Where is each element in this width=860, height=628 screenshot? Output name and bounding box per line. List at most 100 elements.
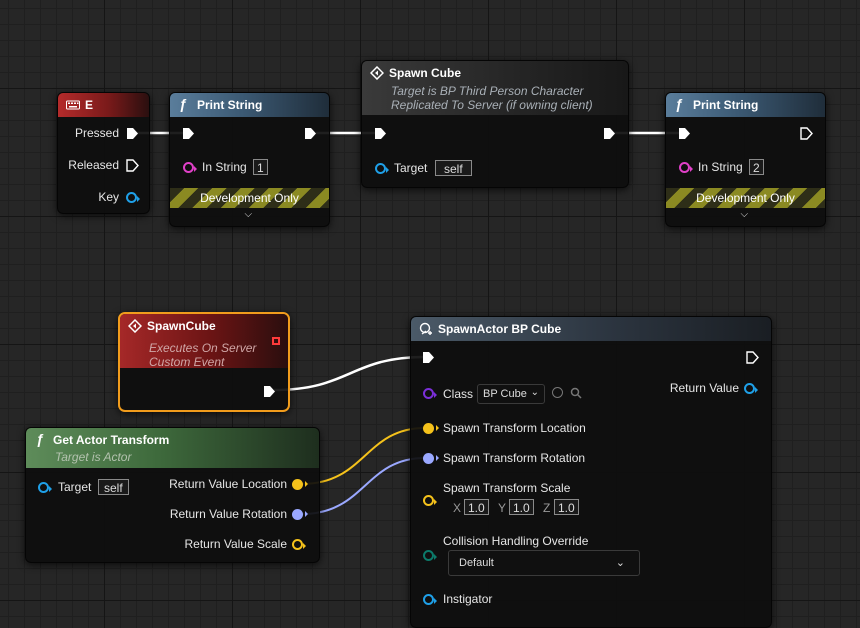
in-string-input[interactable]: 1 [253,159,268,175]
key-e-event-node[interactable]: E Pressed Released Key [57,92,150,214]
collision-label: Collision Handling Override [443,534,589,548]
target-label: Target [394,161,428,175]
node-title: SpawnCube [147,319,216,333]
exec-in-pin[interactable] [422,351,435,364]
function-icon: ƒ [179,96,187,112]
development-only-text: Development Only [200,191,299,205]
replicated-event-icon [370,66,384,80]
node-title: Spawn Cube [389,66,462,80]
class-pin[interactable] [423,388,437,399]
print-string-node-1[interactable]: ƒ Print String In String 1 Development O… [169,92,330,227]
exec-out-pin[interactable] [126,127,139,140]
use-selected-asset-icon[interactable] [552,387,563,398]
instigator-label: Instigator [443,592,493,606]
class-select[interactable]: BP Cube ⌄ [477,384,545,404]
spawn-cube-function-node[interactable]: Spawn Cube Target is BP Third Person Cha… [361,60,629,188]
collision-select-value: Default [459,557,494,569]
keyboard-icon [66,100,80,110]
node-subtitle-replication: Replicated To Server (if owning client) [391,98,593,112]
scale-y-input[interactable]: 1.0 [509,499,534,515]
wire-rotation [301,457,426,515]
return-location-pin[interactable] [292,479,308,490]
in-string-input[interactable]: 2 [749,159,764,175]
in-string-label: In String [698,160,743,174]
node-header: E [58,93,149,117]
scale-x-label: X [453,501,462,515]
return-scale-label: Return Value Scale [184,537,287,551]
in-string-pin[interactable] [183,162,197,173]
key-pin-label: Key [98,190,119,204]
browse-asset-icon[interactable] [570,387,582,399]
target-self-input[interactable]: self [98,479,129,495]
function-icon: ƒ [675,96,683,112]
target-pin[interactable] [38,482,52,493]
print-string-node-2[interactable]: ƒ Print String In String 2 Development O… [665,92,826,227]
target-self-input[interactable]: self [435,160,472,176]
node-header: ƒ Print String [170,93,329,117]
in-string-pin[interactable] [679,162,693,173]
node-subtitle-server: Executes On Server [149,341,257,355]
target-pin[interactable] [375,163,389,174]
instigator-pin[interactable] [423,594,437,605]
target-label: Target [58,480,92,494]
expand-chevron-icon[interactable]: ⌵ [245,209,253,220]
development-only-banner: Development Only [170,188,329,208]
exec-out-pin[interactable] [263,385,276,398]
delegate-pin-icon[interactable] [272,337,280,345]
spawn-scale-label: Spawn Transform Scale [443,481,571,495]
wire-exec-event-to-spawnactor [273,355,426,392]
exec-in-pin[interactable] [678,127,691,140]
node-header: SpawnCube Executes On Server Custom Even… [120,314,288,368]
scale-y-label: Y [498,501,507,515]
spawn-scale-pin[interactable] [423,495,437,506]
node-header: SpawnActor BP Cube [411,317,771,341]
in-string-label: In String [202,160,247,174]
function-icon: ƒ [36,431,44,447]
development-only-text: Development Only [696,191,795,205]
exec-in-pin[interactable] [182,127,195,140]
node-subtitle-custom: Custom Event [149,355,225,368]
wire-location [301,427,426,485]
node-title: Get Actor Transform [53,433,170,447]
node-header: ƒ Get Actor Transform Target is Actor [26,428,319,468]
spawn-cube-custom-event-node[interactable]: SpawnCube Executes On Server Custom Even… [118,312,290,412]
scale-z-input[interactable]: 1.0 [554,499,579,515]
node-title: E [85,98,94,112]
exec-out-pin[interactable] [304,127,317,140]
scale-x-input[interactable]: 1.0 [464,499,489,515]
key-struct-pin[interactable] [126,192,140,203]
spawn-actor-icon [419,322,432,335]
class-label: Class [443,387,474,401]
spawn-actor-node[interactable]: SpawnActor BP Cube Return Value Class BP… [410,316,772,628]
spawn-location-label: Spawn Transform Location [443,421,586,435]
development-only-banner: Development Only [666,188,825,208]
expand-chevron-icon[interactable]: ⌵ [741,209,749,220]
return-value-label: Return Value [669,381,739,395]
return-location-label: Return Value Location [169,477,287,491]
node-header: Spawn Cube Target is BP Third Person Cha… [362,61,628,115]
node-subtitle-target: Target is BP Third Person Character [391,84,584,98]
collision-pin[interactable] [423,550,437,561]
spawn-location-pin[interactable] [423,423,439,434]
spawn-rotation-pin[interactable] [423,453,439,464]
exec-out-pin[interactable] [603,127,616,140]
chevron-down-icon: ⌄ [615,557,625,569]
exec-out-pin[interactable] [126,159,139,172]
exec-out-pin[interactable] [800,127,813,140]
class-select-value: BP Cube [483,388,527,400]
node-title: Print String [197,98,263,112]
return-rotation-label: Return Value Rotation [169,507,287,521]
chevron-down-icon: ⌄ [530,387,539,398]
node-title: SpawnActor BP Cube [438,322,562,336]
node-title: Print String [693,98,759,112]
collision-select[interactable]: Default ⌄ [448,550,640,576]
exec-in-pin[interactable] [374,127,387,140]
get-actor-transform-node[interactable]: ƒ Get Actor Transform Target is Actor Ta… [25,427,320,563]
return-scale-pin[interactable] [292,539,306,550]
return-rotation-pin[interactable] [292,509,308,520]
released-pin-label: Released [68,158,119,172]
pressed-pin-label: Pressed [74,126,119,140]
exec-out-pin[interactable] [746,351,759,364]
return-value-pin[interactable] [744,383,758,394]
custom-event-icon [128,319,142,333]
